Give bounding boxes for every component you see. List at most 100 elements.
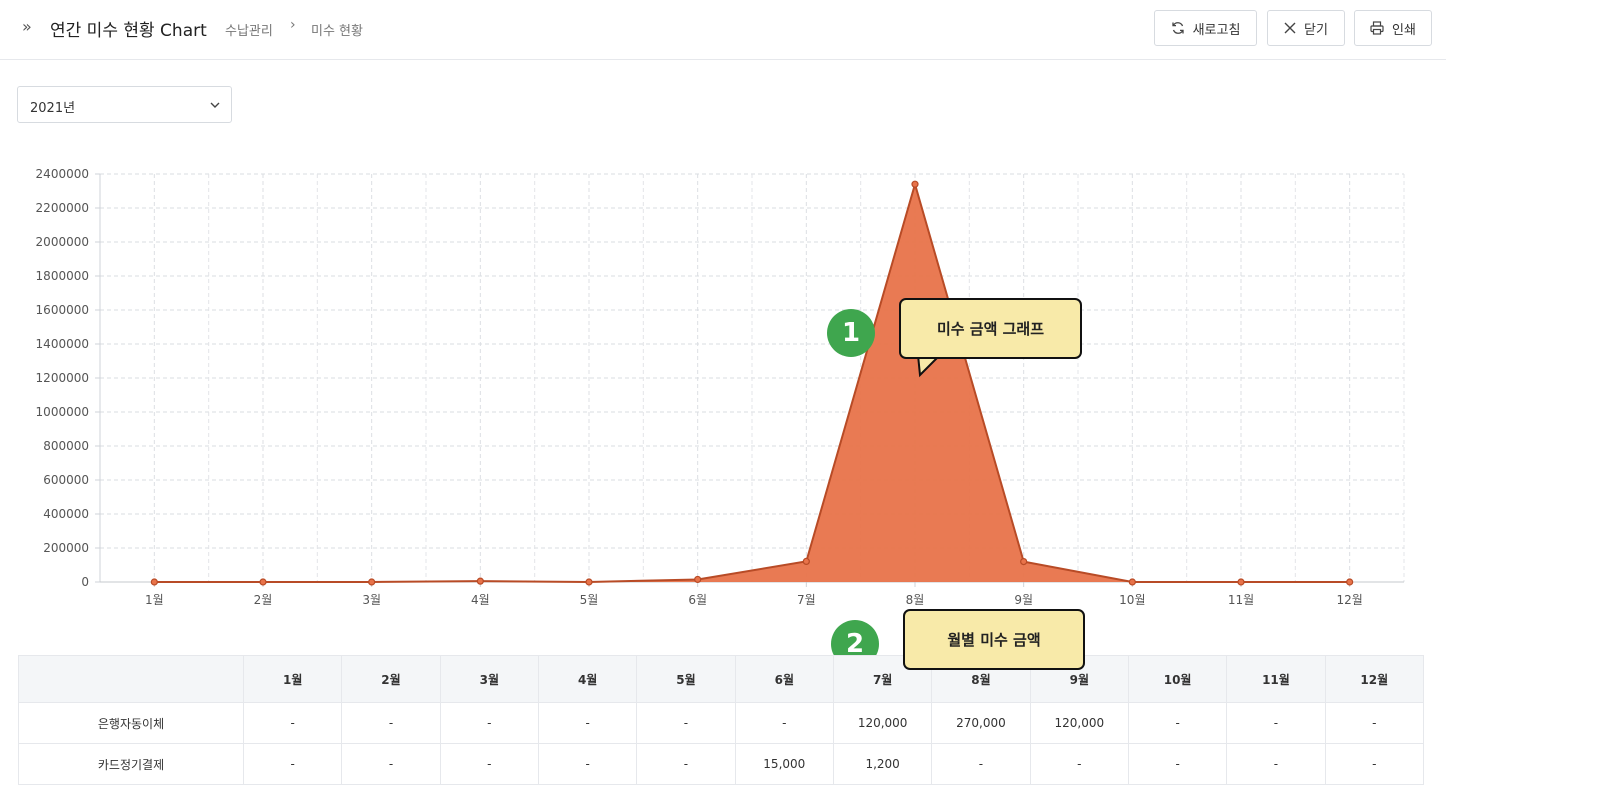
data-point [368, 578, 376, 586]
x-tick-label: 7월 [797, 593, 816, 607]
data-point [911, 180, 919, 188]
print-button[interactable]: 인쇄 [1354, 10, 1432, 46]
table-header-cell: 10월 [1127, 655, 1228, 703]
table-header-cell: 1월 [242, 655, 343, 703]
data-point [1128, 578, 1136, 586]
table-cell: - [1127, 743, 1228, 785]
refresh-icon [1171, 22, 1184, 34]
data-point [694, 575, 702, 584]
table-header-cell: 3월 [439, 655, 539, 703]
table-header-row: 1월 2월 3월 4월 5월 6월 7월 8월 9월 10월 11월 12월 [18, 655, 1425, 703]
table-cell: - [242, 702, 343, 744]
table-cell: 120,000 [832, 702, 933, 744]
table-cell: - [1127, 702, 1228, 744]
table-header-cell: 11월 [1226, 655, 1326, 703]
x-tick-label: 4월 [471, 593, 490, 607]
table-cell: - [636, 743, 736, 785]
callout-1: 미수 금액 그래프 [899, 298, 1082, 359]
data-point [259, 578, 267, 586]
table-cell: - [1029, 743, 1129, 785]
x-tick-label: 1월 [145, 593, 164, 607]
year-select[interactable]: 2021년 [17, 86, 232, 123]
y-tick-label: 1400000 [36, 337, 89, 351]
y-tick-label: 2200000 [36, 201, 89, 215]
data-point [802, 557, 810, 565]
table-header-cell: 12월 [1324, 655, 1425, 703]
refresh-label: 새로고침 [1192, 22, 1241, 38]
breadcrumb-separator-icon: › [290, 17, 296, 33]
table-cell: - [537, 743, 638, 785]
callout-badge-1: 1 [827, 309, 875, 357]
y-tick-label: 200000 [43, 541, 89, 555]
table-cell: - [341, 743, 441, 785]
data-point [150, 578, 158, 586]
table-cell: - [439, 743, 539, 785]
close-label: 닫기 [1304, 22, 1328, 38]
table-cell: - [537, 702, 638, 744]
close-icon [1284, 22, 1296, 34]
table-cell: - [341, 702, 441, 744]
refresh-button[interactable]: 새로고침 [1154, 10, 1257, 46]
row-label: 은행자동이체 [18, 702, 244, 744]
breadcrumb-item: 미수 현황 [311, 24, 363, 39]
x-tick-label: 9월 [1014, 593, 1033, 607]
area-chart: 2400000220000020000001800000160000014000… [36, 167, 1405, 607]
table-cell: 120,000 [1029, 702, 1129, 744]
x-tick-label: 2월 [254, 593, 273, 607]
breadcrumb-item[interactable]: 수납관리 [225, 20, 273, 39]
y-tick-label: 1800000 [36, 269, 89, 283]
table-cell: - [636, 702, 736, 744]
table-row: 카드정기결제 - - - - -15,000 1,200- - - - - [18, 743, 1425, 785]
series-area [154, 184, 1350, 582]
data-point [1346, 578, 1354, 586]
table-cell: - [1324, 702, 1425, 744]
printer-icon [1370, 21, 1384, 35]
page-title: 연간 미수 현황 Chart [50, 21, 207, 41]
x-tick-label: 10월 [1119, 593, 1145, 607]
table-cell: - [439, 702, 539, 744]
x-tick-label: 6월 [688, 593, 707, 607]
x-tick-label: 5월 [580, 593, 599, 607]
table-cell: 1,200 [832, 743, 933, 785]
x-tick-label: 8월 [906, 593, 925, 607]
x-tick-label: 11월 [1228, 593, 1254, 607]
table-cell: - [242, 743, 343, 785]
table-cell: 15,000 [734, 743, 834, 785]
year-select-value: 2021년 [30, 101, 76, 116]
close-button[interactable]: 닫기 [1267, 10, 1345, 46]
table-header-cell: 6월 [734, 655, 834, 703]
data-point [476, 577, 484, 585]
y-tick-label: 1200000 [36, 371, 89, 385]
table-header-cell: 4월 [537, 655, 638, 703]
row-label: 카드정기결제 [18, 743, 244, 785]
chevron-down-icon [210, 102, 220, 108]
table-cell: - [1226, 702, 1326, 744]
x-tick-label: 3월 [362, 593, 381, 607]
table-header-corner [18, 655, 244, 703]
print-label: 인쇄 [1392, 22, 1416, 38]
y-tick-label: 800000 [43, 439, 89, 453]
table-cell: - [931, 743, 1031, 785]
series-line [154, 180, 1350, 584]
y-tick-label: 1600000 [36, 303, 89, 317]
y-tick-label: 2400000 [36, 167, 89, 181]
table-cell: - [734, 702, 834, 744]
x-tick-label: 12월 [1337, 593, 1363, 607]
top-bar: » 연간 미수 현황 Chart 수납관리 › 미수 현황 새로고침 닫기 인쇄 [0, 0, 1446, 60]
y-tick-label: 2000000 [36, 235, 89, 249]
y-tick-label: 400000 [43, 507, 89, 521]
table-cell: 270,000 [931, 702, 1031, 744]
table-cell: - [1324, 743, 1425, 785]
data-point [585, 578, 593, 586]
data-point [1237, 578, 1245, 586]
monthly-unpaid-table: 1월 2월 3월 4월 5월 6월 7월 8월 9월 10월 11월 12월 은행자동이체 - - - - - -… [18, 655, 1425, 785]
table-cell: - [1226, 743, 1326, 785]
table-header-cell: 2월 [341, 655, 441, 703]
table-row: 은행자동이체 - - - - - -120,000 270,000 120,000- - - [18, 702, 1425, 744]
double-chevron-icon[interactable]: » [22, 17, 32, 36]
y-tick-label: 1000000 [36, 405, 89, 419]
callout-2: 월별 미수 금액 [903, 609, 1085, 670]
y-tick-label: 0 [81, 575, 89, 589]
y-tick-label: 600000 [43, 473, 89, 487]
data-point [1020, 558, 1028, 566]
